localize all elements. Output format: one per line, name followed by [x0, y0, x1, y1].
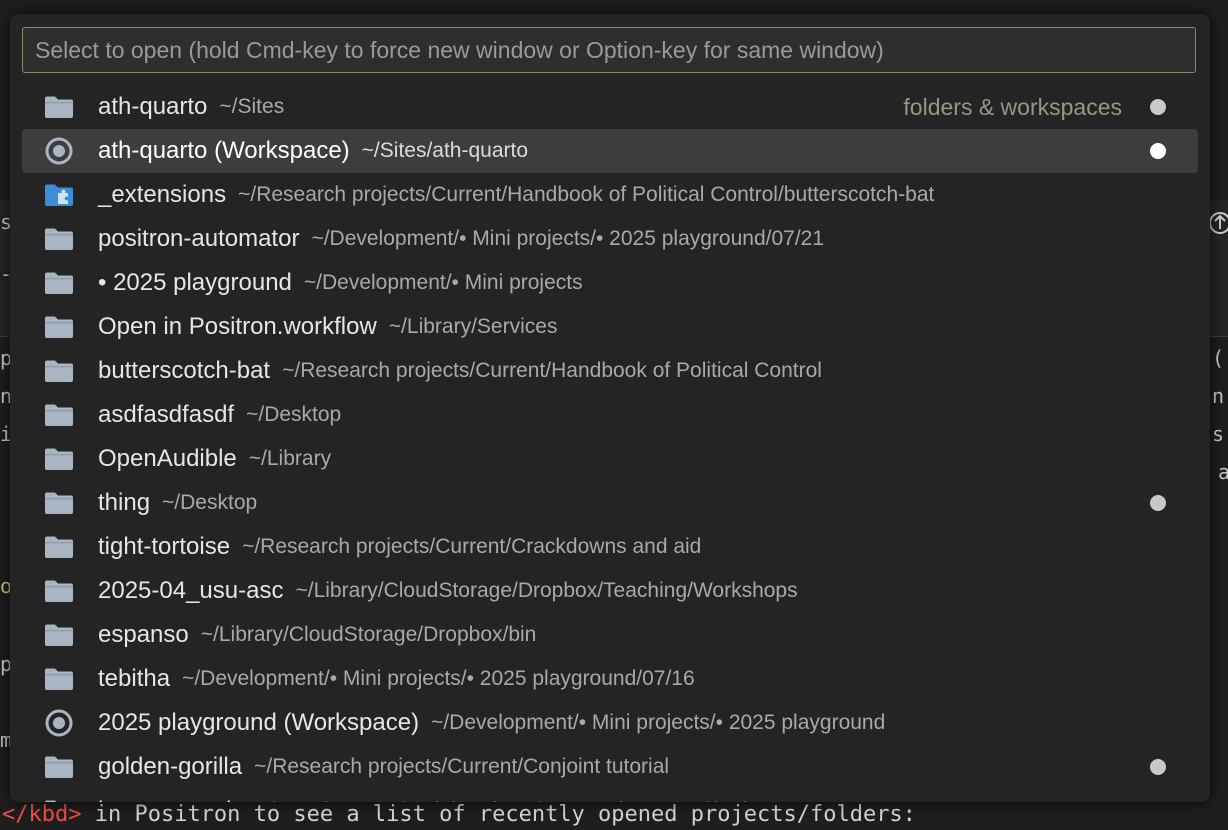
item-name: Open in Positron.workflow: [98, 313, 377, 340]
folder-icon: [44, 400, 74, 430]
recent-items-list: ath-quarto ~/Sites folders & workspaces ath…: [22, 85, 1198, 802]
open-indicator-dot: [1150, 143, 1166, 159]
list-item[interactable]: Open in Positron.workflow ~/Library/Servi…: [22, 305, 1198, 349]
item-path: ~/Development/• Mini projects/• 2025 pla…: [257, 799, 770, 802]
item-name: • 2025 playground: [98, 269, 292, 296]
quick-pick-search-input[interactable]: [22, 27, 1196, 73]
editor-line-text: in Positron to see a list of recently op…: [81, 802, 916, 827]
list-item[interactable]: tebitha ~/Development/• Mini projects/• 2…: [22, 657, 1198, 701]
item-name: _extensions: [98, 181, 227, 208]
extension-folder-icon: [44, 180, 74, 210]
list-item[interactable]: asdfasdfasdf ~/Desktop: [22, 393, 1198, 437]
folder-icon: [44, 268, 74, 298]
item-name: OpenAudible: [98, 445, 237, 472]
list-item[interactable]: 2025 playground (Workspace) ~/Development…: [22, 701, 1198, 745]
folder-icon: [44, 796, 74, 802]
item-name: golden-gorilla: [98, 753, 243, 780]
editor-text-fragment: (: [1212, 346, 1225, 370]
folder-icon: [44, 664, 74, 694]
item-path: ~/Library/Services: [388, 315, 558, 338]
list-item[interactable]: positron-automator ~/Development/• Mini p…: [22, 217, 1198, 261]
item-name: ath-quarto (Workspace): [98, 137, 350, 164]
workspace-icon: [44, 708, 74, 738]
folder-icon: [44, 752, 74, 782]
list-item[interactable]: butterscotch-bat ~/Research projects/Curr…: [22, 349, 1198, 393]
workspace-icon: [44, 136, 74, 166]
folder-icon: [44, 356, 74, 386]
item-name: thing: [98, 489, 151, 516]
item-name: harp-example: [98, 797, 245, 802]
list-item[interactable]: ath-quarto ~/Sites folders & workspaces: [22, 85, 1198, 129]
editor-bottom-line: </kbd> in Positron to see a list of rece…: [0, 800, 1228, 830]
folder-icon: [44, 488, 74, 518]
item-path: ~/Desktop: [162, 491, 258, 514]
item-path: ~/Development/• Mini projects/• 2025 pla…: [182, 667, 695, 690]
list-item[interactable]: OpenAudible ~/Library: [22, 437, 1198, 481]
editor-text-fragment: n: [1212, 384, 1225, 408]
item-name: ath-quarto: [98, 93, 208, 120]
item-name: espanso: [98, 621, 189, 648]
list-item[interactable]: espanso ~/Library/CloudStorage/Dropbox/bi…: [22, 613, 1198, 657]
item-path: ~/Research projects/Current/Crackdowns a…: [242, 535, 702, 558]
item-path: ~/Research projects/Current/Handbook of …: [282, 359, 822, 382]
item-path: ~/Research projects/Current/Conjoint tut…: [254, 755, 670, 778]
list-item[interactable]: golden-gorilla ~/Research projects/Curren…: [22, 745, 1198, 789]
item-path: ~/Research projects/Current/Handbook of …: [238, 183, 935, 206]
item-path: ~/Library/CloudStorage/Dropbox/bin: [200, 623, 537, 646]
item-name: butterscotch-bat: [98, 357, 271, 384]
folder-icon: [44, 312, 74, 342]
list-item[interactable]: thing ~/Desktop: [22, 481, 1198, 525]
item-path: ~/Development/• Mini projects: [303, 271, 583, 294]
folder-icon: [44, 444, 74, 474]
editor-text-fragment: a: [1218, 460, 1228, 484]
item-path: ~/Development/• Mini projects/• 2025 pla…: [431, 711, 886, 734]
item-path: ~/Sites: [219, 95, 285, 118]
list-item[interactable]: _extensions ~/Research projects/Current/H…: [22, 173, 1198, 217]
item-name: asdfasdfasdf: [98, 401, 235, 428]
item-name: 2025 playground (Workspace): [98, 709, 420, 736]
list-item[interactable]: 2025-04_usu-asc ~/Library/CloudStorage/Dr…: [22, 569, 1198, 613]
open-recent-quick-pick: ath-quarto~/Sitesfolders & workspacesath…: [10, 14, 1210, 802]
item-path: ~/Sites/ath-quarto: [361, 139, 529, 162]
folder-icon: [44, 620, 74, 650]
item-path: ~/Library: [248, 447, 332, 470]
list-item[interactable]: tight-tortoise ~/Research projects/Curren…: [22, 525, 1198, 569]
item-name: tebitha: [98, 665, 171, 692]
item-path: ~/Desktop: [246, 403, 342, 426]
list-item[interactable]: harp-example ~/Development/• Mini project…: [22, 789, 1198, 802]
group-label: folders & workspaces: [903, 94, 1122, 120]
open-indicator-dot: [1150, 99, 1166, 115]
item-name: 2025-04_usu-asc: [98, 577, 284, 604]
open-indicator-dot: [1150, 495, 1166, 511]
editor-text-fragment: s: [1212, 422, 1225, 446]
item-path: ~/Library/CloudStorage/Dropbox/Teaching/…: [295, 579, 798, 602]
item-path: ~/Development/• Mini projects/• 2025 pla…: [311, 227, 825, 250]
editor-kbd-tag: </kbd>: [2, 802, 82, 827]
folder-icon: [44, 532, 74, 562]
item-name: tight-tortoise: [98, 533, 231, 560]
list-item[interactable]: ath-quarto (Workspace) ~/Sites/ath-quarto: [22, 129, 1198, 173]
folder-icon: [44, 576, 74, 606]
item-name: positron-automator: [98, 225, 300, 252]
list-item[interactable]: • 2025 playground ~/Development/• Mini pr…: [22, 261, 1198, 305]
folder-icon: [44, 224, 74, 254]
open-indicator-dot: [1150, 759, 1166, 775]
folder-icon: [44, 92, 74, 122]
